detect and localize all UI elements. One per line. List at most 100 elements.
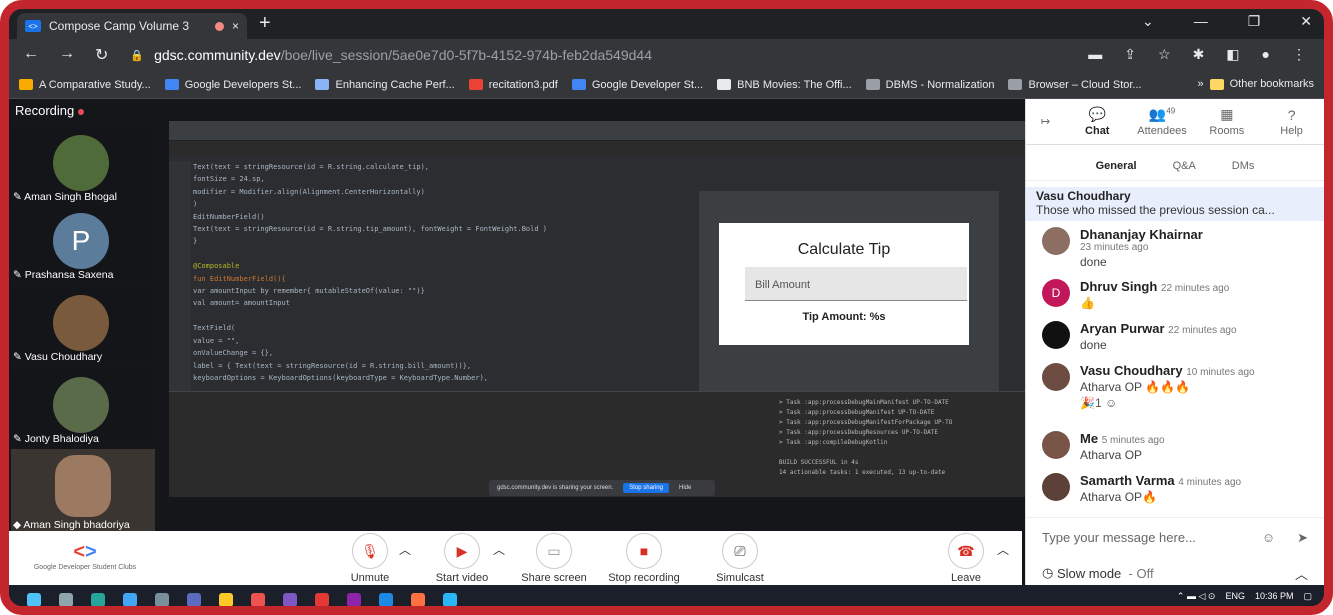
stop-recording-button[interactable]: ■ Stop recording [599,533,689,584]
participant-tile[interactable]: ✎ Aman Singh Bhogal [11,127,155,203]
vscode-icon[interactable] [379,593,393,606]
app-icon[interactable] [251,593,265,606]
browser-frame: <> Compose Camp Volume 3 × + ⌄ — ❐ ✕ ← →… [0,0,1333,615]
mic-off-icon: 🎙 [352,533,388,569]
tray-icons[interactable]: ⌃ ▬ ◁ ⊙ [1177,591,1216,602]
discord-icon[interactable] [283,593,297,606]
menu-icon[interactable]: ⋮ [1292,46,1306,63]
bill-amount-field: Bill Amount [745,267,967,301]
sidepanel-icon[interactable]: ◧ [1226,46,1239,63]
participant-name: ✎ Prashansa Saxena [13,269,114,281]
participant-name: ✎ Jonty Bhalodiya [13,433,99,445]
message-input[interactable]: Type your message here... ☺ ➤ [1026,517,1324,557]
send-icon[interactable]: ➤ [1297,530,1308,546]
bookmark-item[interactable]: A Comparative Study... [19,79,151,91]
subtab-dms[interactable]: DMs [1232,160,1255,172]
chrome-icon[interactable] [315,593,329,606]
app-icon[interactable] [155,593,169,606]
browser-tab[interactable]: <> Compose Camp Volume 3 × [17,13,247,39]
bookmarks-overflow[interactable]: » [1198,78,1204,90]
bookmark-item[interactable]: recitation3.pdf [468,79,558,91]
participant-name: ✎ Vasu Choudhary [13,351,103,363]
forward-icon[interactable]: → [59,45,75,65]
explorer-icon[interactable] [219,593,233,606]
bookmark-item[interactable]: BNB Movies: The Offi... [717,79,852,91]
other-bookmarks[interactable]: Other bookmarks [1230,78,1314,90]
windows-start-icon[interactable] [27,593,41,606]
bookmarks-bar: A Comparative Study... Google Developers… [9,71,1324,99]
chevron-up-icon[interactable]: ︿ [399,541,411,558]
tab-chat[interactable]: 💬 Chat [1065,106,1130,137]
ide-menu-bar [169,121,1025,141]
camera-icon[interactable]: ▬ [1088,46,1102,63]
chevron-up-icon[interactable]: ︿ [493,541,505,558]
stop-icon: ■ [626,533,662,569]
bookmark-item[interactable]: Google Developer St... [571,79,703,91]
build-log: > Task :app:processDebugMainManifest UP-… [779,399,953,476]
reload-icon[interactable]: ↻ [95,45,108,65]
app-icon[interactable] [91,593,105,606]
pinned-message[interactable]: Vasu Choudhary Those who missed the prev… [1026,187,1324,221]
edge-icon[interactable] [123,593,137,606]
tab-rooms[interactable]: ▦ Rooms [1194,106,1259,137]
bookmark-icon [571,79,586,90]
close-window-icon[interactable]: ✕ [1300,13,1312,30]
subtab-general[interactable]: General [1096,160,1137,172]
new-tab-button[interactable]: + [259,12,271,35]
avatar [1042,321,1070,349]
app-icon[interactable] [187,593,201,606]
notification-icon[interactable]: ▢ [1303,591,1312,602]
chat-message: Aryan Purwar 22 minutes ago done [1042,321,1312,352]
chevron-up-icon[interactable]: ︿ [997,541,1009,558]
bookmark-icon [1008,79,1023,90]
tab-attendees[interactable]: 👥49 Attendees [1130,106,1195,137]
tab-title: Compose Camp Volume 3 [49,19,190,33]
bookmark-item[interactable]: DBMS - Normalization [865,79,994,91]
window-controls: ⌄ — ❐ ✕ [1142,13,1312,30]
hide-button[interactable]: Hide [679,485,691,491]
share-icon[interactable]: ⇪ [1124,46,1136,63]
chevron-down-icon[interactable]: ⌄ [1142,13,1154,30]
subtab-qa[interactable]: Q&A [1173,160,1196,172]
participant-tile[interactable]: P ✎ Prashansa Saxena [11,205,155,281]
avatar [53,295,109,351]
avatar [1042,363,1070,391]
recording-dot-icon [78,108,85,115]
brave-icon[interactable] [411,593,425,606]
minimize-icon[interactable]: — [1194,13,1208,30]
task-view-icon[interactable] [59,593,73,606]
chat-subtabs: General Q&A DMs [1026,151,1324,181]
simulcast-button[interactable]: ⎚ Simulcast [695,533,785,584]
share-screen-button[interactable]: ▭ Share screen [509,533,599,584]
bookmark-item[interactable]: Enhancing Cache Perf... [315,79,455,91]
bookmark-item[interactable]: Google Developers St... [164,79,301,91]
participant-tile[interactable]: ✎ Jonty Bhalodiya [11,369,155,445]
build-output: > Task :app:processDebugMainManifest UP-… [169,391,1025,497]
screen-share-banner: gdsc.community.dev is sharing your scree… [489,480,715,496]
collapse-panel-icon[interactable]: ↦ [1026,115,1065,128]
participant-name: ◆ Aman Singh bhadoriya [13,519,130,531]
tab-close-icon[interactable]: × [232,19,239,33]
bookmark-icon [865,79,880,90]
app-icon[interactable] [347,593,361,606]
bookmark-item[interactable]: Browser – Cloud Stor... [1008,79,1142,91]
system-tray: ⌃ ▬ ◁ ⊙ ENG 10:36 PM ▢ [1176,591,1312,602]
maximize-icon[interactable]: ❐ [1248,13,1261,30]
chevron-up-icon[interactable]: ︿ [1295,564,1308,583]
app-icon[interactable] [443,593,457,606]
add-reaction-icon[interactable]: ☺ [1105,396,1117,410]
participant-tile-active[interactable]: ◆ Aman Singh bhadoriya [11,449,155,531]
url-field[interactable]: 🔒 gdsc.community.dev/boe/live_session/5a… [130,47,652,63]
chat-icon: 💬 [1088,106,1106,122]
reaction-count[interactable]: 🎉1 ☺ [1080,396,1255,410]
gdsc-logo: <> Google Developer Student Clubs [15,541,155,571]
participant-tile[interactable]: ✎ Vasu Choudhary [11,287,155,363]
slow-mode-toggle[interactable]: ◷ Slow mode - Off ︿ [1026,561,1324,585]
tab-help[interactable]: ? Help [1259,107,1324,137]
emoji-icon[interactable]: ☺ [1262,530,1275,545]
star-icon[interactable]: ☆ [1158,46,1171,63]
back-icon[interactable]: ← [23,45,39,65]
profile-icon[interactable]: ● [1262,46,1270,63]
extensions-icon[interactable]: ✱ [1193,46,1205,63]
stop-sharing-button[interactable]: Stop sharing [623,483,669,493]
